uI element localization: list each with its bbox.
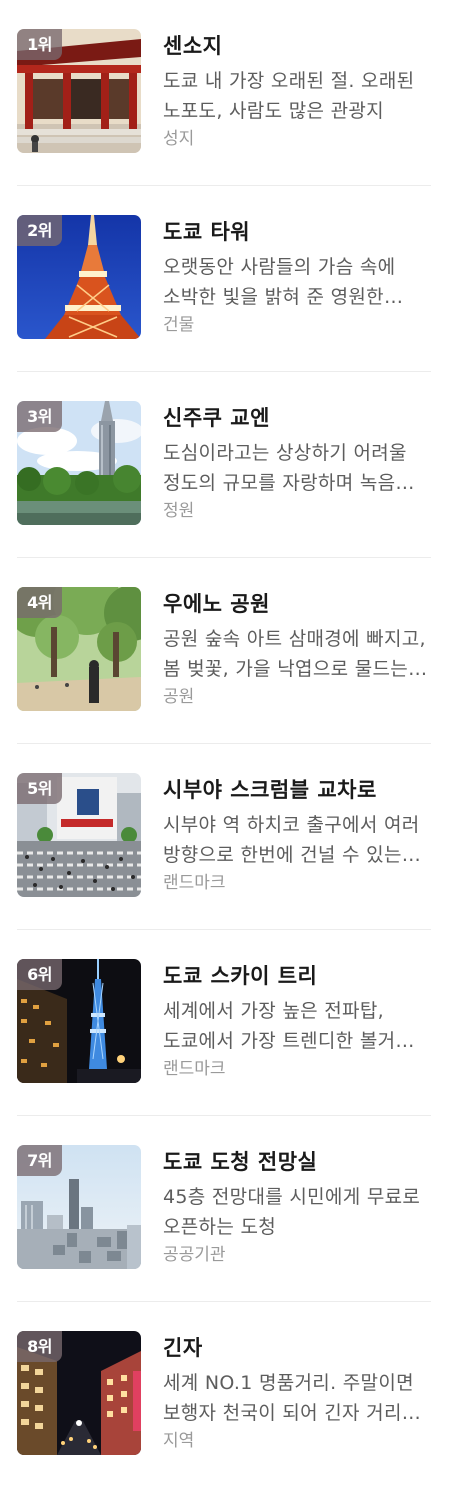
item-description: 시부야 역 하치코 출구에서 여러 방향으로 한번에 건널 수 있는 교차로 bbox=[163, 814, 420, 866]
item-description: 세계에서 가장 높은 전파탑, 도쿄에서 가장 트렌디한 볼거리가 가득한 곳 bbox=[163, 1000, 431, 1052]
list-item[interactable]: 3위 신주쿠 교엔 도심이라고는 상상하기 어려울 정도의 규모를 자랑하며 녹… bbox=[17, 372, 431, 558]
rank-badge: 3위 bbox=[17, 401, 62, 432]
item-category: 건물 bbox=[163, 315, 195, 335]
thumbnail-image: 3위 bbox=[17, 401, 141, 525]
item-category: 랜드마크 bbox=[163, 1059, 226, 1079]
item-description: 도심이라고는 상상하기 어려울 정도의 규모를 자랑하며 녹음이 우거진 정원 bbox=[163, 442, 414, 494]
list-item[interactable]: 6위 도쿄 스카이 트리 세계에서 가장 높은 전파탑, 도쿄에서 가장 트렌디… bbox=[17, 930, 431, 1116]
item-title: 시부야 스크럼블 교차로 bbox=[163, 778, 377, 802]
item-category: 지역 bbox=[163, 1431, 195, 1451]
thumbnail-image: 6위 bbox=[17, 959, 141, 1083]
item-title: 도쿄 타워 bbox=[163, 220, 251, 244]
rank-badge: 1위 bbox=[17, 29, 62, 60]
item-description: 오랫동안 사람들의 가슴 속에 소박한 빛을 밝혀 준 영원한 랜드마크 bbox=[163, 256, 396, 308]
thumbnail-image: 4위 bbox=[17, 587, 141, 711]
item-category: 랜드마크 bbox=[163, 873, 226, 893]
list-item[interactable]: 2위 도쿄 타워 오랫동안 사람들의 가슴 속에 소박한 빛을 밝혀 준 영원한… bbox=[17, 186, 431, 372]
rank-badge: 5위 bbox=[17, 773, 62, 804]
item-category: 공공기관 bbox=[163, 1245, 226, 1265]
item-title: 도쿄 도청 전망실 bbox=[163, 1150, 318, 1174]
list-item[interactable]: 5위 시부야 스크럼블 교차로 시부야 역 하치코 출구에서 여러 방향으로 한… bbox=[17, 744, 431, 930]
item-title: 센소지 bbox=[163, 34, 223, 58]
item-description: 공원 숲속 아트 삼매경에 빠지고, 봄 벚꽃, 가을 낙엽으로 물드는 공원 bbox=[163, 628, 426, 680]
rank-badge: 2위 bbox=[17, 215, 62, 246]
list-item[interactable]: 8위 긴자 세계 NO.1 명품거리. 주말이면 보행자 천국이 되어 긴자 거… bbox=[17, 1302, 431, 1488]
item-description: 세계 NO.1 명품거리. 주말이면 보행자 천국이 되어 긴자 거리를 걸을 … bbox=[163, 1372, 420, 1424]
list-item[interactable]: 4위 우에노 공원 공원 숲속 아트 삼매경에 빠지고, 봄 벚꽃, 가을 낙엽… bbox=[17, 558, 431, 744]
thumbnail-image: 8위 bbox=[17, 1331, 141, 1455]
rank-badge: 4위 bbox=[17, 587, 62, 618]
thumbnail-image: 7위 bbox=[17, 1145, 141, 1269]
thumbnail-image: 5위 bbox=[17, 773, 141, 897]
item-description: 도쿄 내 가장 오래된 절. 오래된 노포도, 사람도 많은 관광지 bbox=[163, 70, 415, 122]
item-title: 도쿄 스카이 트리 bbox=[163, 964, 318, 988]
item-category: 정원 bbox=[163, 501, 195, 521]
item-title: 긴자 bbox=[163, 1336, 203, 1360]
rank-badge: 8위 bbox=[17, 1331, 62, 1362]
item-title: 우에노 공원 bbox=[163, 592, 270, 616]
item-description: 45층 전망대를 시민에게 무료로 오픈하는 도청 bbox=[163, 1186, 421, 1238]
item-title: 신주쿠 교엔 bbox=[163, 406, 270, 430]
thumbnail-image: 1위 bbox=[17, 29, 141, 153]
list-item[interactable]: 1위 센소지 도쿄 내 가장 오래된 절. 오래된 노포도, 사람도 많은 관광… bbox=[17, 0, 431, 186]
rank-badge: 7위 bbox=[17, 1145, 62, 1176]
thumbnail-image: 2위 bbox=[17, 215, 141, 339]
item-category: 성지 bbox=[163, 129, 195, 149]
list-item[interactable]: 7위 도쿄 도청 전망실 45층 전망대를 시민에게 무료로 오픈하는 도청 공… bbox=[17, 1116, 431, 1302]
item-category: 공원 bbox=[163, 687, 195, 707]
rank-badge: 6위 bbox=[17, 959, 62, 990]
